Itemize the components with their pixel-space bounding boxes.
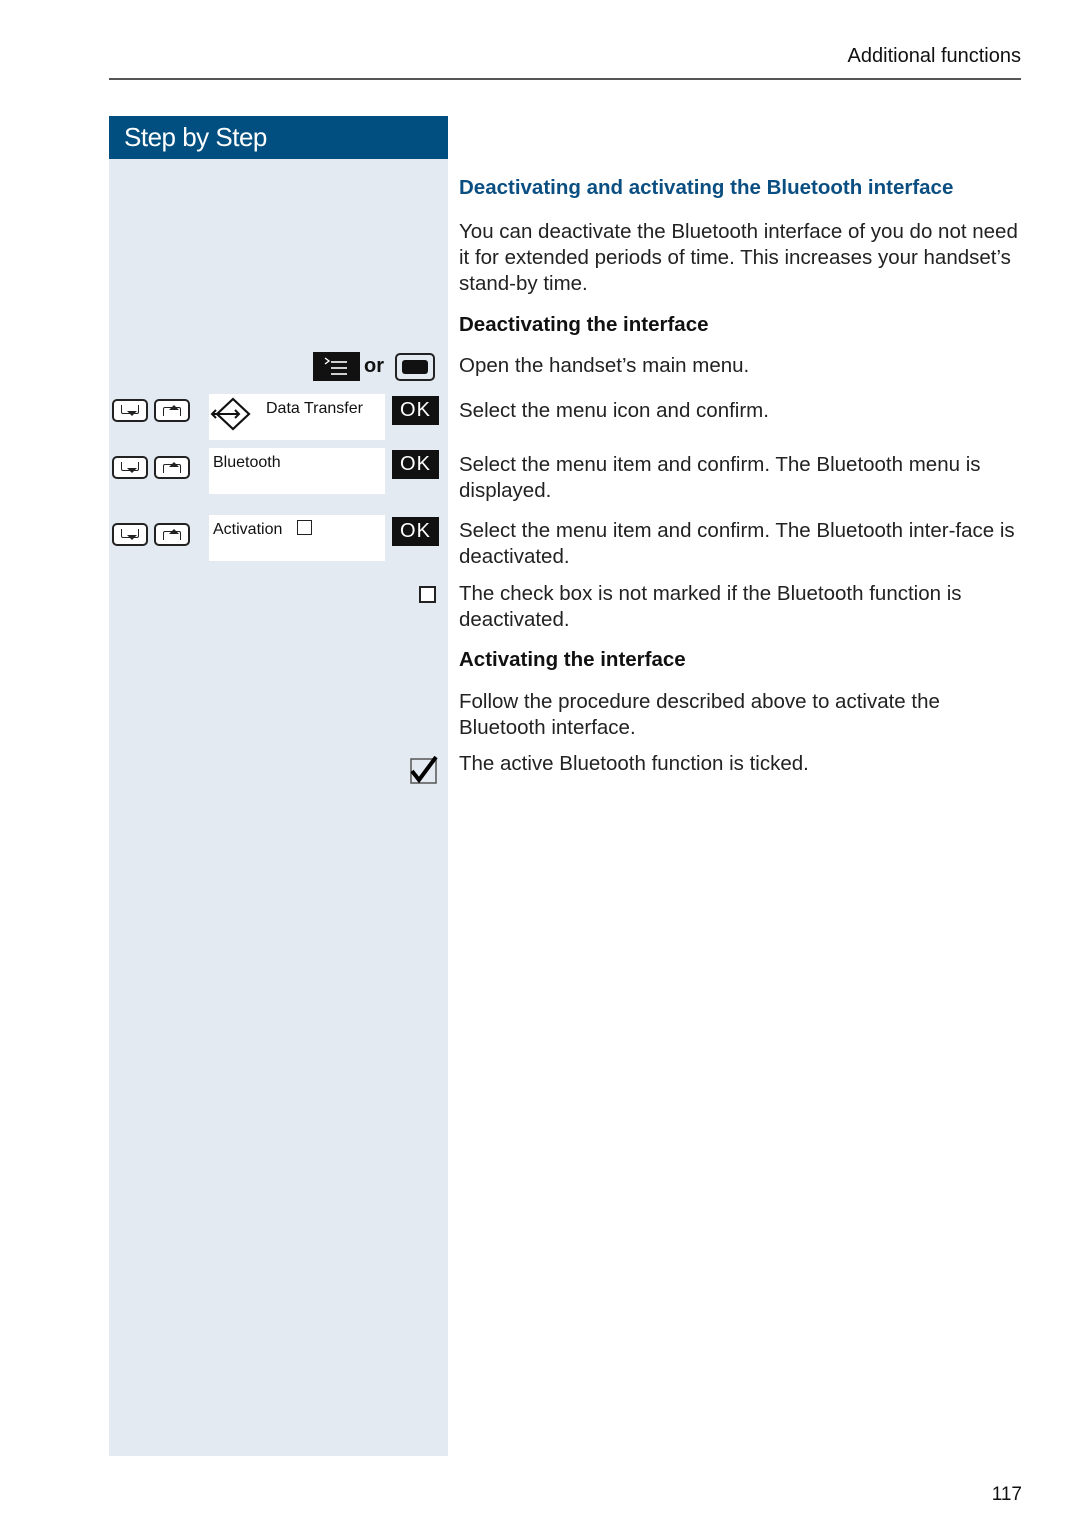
ok-key: OK xyxy=(392,396,439,425)
ok-key: OK xyxy=(392,450,439,479)
nav-down-key-icon xyxy=(112,523,148,546)
step-text: Select the menu item and confirm. The Bl… xyxy=(459,519,1015,568)
deactivate-heading: Deactivating the interface xyxy=(459,313,709,336)
header-divider xyxy=(109,78,1021,80)
data-transfer-icon xyxy=(209,396,255,437)
sidebar-title: Step by Step xyxy=(124,122,267,152)
unchecked-box-icon xyxy=(419,586,436,603)
section-title: Additional functions xyxy=(847,45,1021,67)
or-label: or xyxy=(364,355,384,377)
step-text: Select the menu icon and confirm. xyxy=(459,399,769,422)
nav-keys xyxy=(112,456,190,479)
nav-up-key-icon xyxy=(154,399,190,422)
unchecked-note: The check box is not marked if the Bluet… xyxy=(459,582,962,631)
screen-label: Bluetooth xyxy=(213,454,281,471)
intro-paragraph: You can deactivate the Bluetooth interfa… xyxy=(459,220,1018,295)
nav-up-key-icon xyxy=(154,456,190,479)
display-screen: Activation xyxy=(209,515,385,561)
section-heading: Deactivating and activating the Bluetoot… xyxy=(459,176,954,199)
display-screen: Data Transfer xyxy=(209,394,385,440)
step-sidebar xyxy=(109,116,448,1456)
page-number: 117 xyxy=(991,1484,1022,1505)
nav-keys xyxy=(112,399,190,422)
step-text: Open the handset’s main menu. xyxy=(459,354,750,377)
checked-note: The active Bluetooth function is ticked. xyxy=(459,752,809,775)
menu-key-icon xyxy=(313,352,360,381)
unchecked-checkbox-icon xyxy=(297,520,312,535)
screen-label: Activation xyxy=(213,521,283,538)
nav-up-key-icon xyxy=(154,523,190,546)
activate-heading: Activating the interface xyxy=(459,648,686,671)
nav-down-key-icon xyxy=(112,456,148,479)
activate-paragraph: Follow the procedure described above to … xyxy=(459,690,940,739)
display-screen: Bluetooth xyxy=(209,448,385,494)
step-text: Select the menu item and confirm. The Bl… xyxy=(459,453,981,502)
ok-key: OK xyxy=(392,517,439,546)
sidebar-header: Step by Step xyxy=(109,116,448,159)
screen-label: Data Transfer xyxy=(266,400,363,417)
display-key-icon xyxy=(395,353,435,381)
checked-box-icon xyxy=(410,755,438,789)
nav-keys xyxy=(112,523,190,546)
nav-down-key-icon xyxy=(112,399,148,422)
